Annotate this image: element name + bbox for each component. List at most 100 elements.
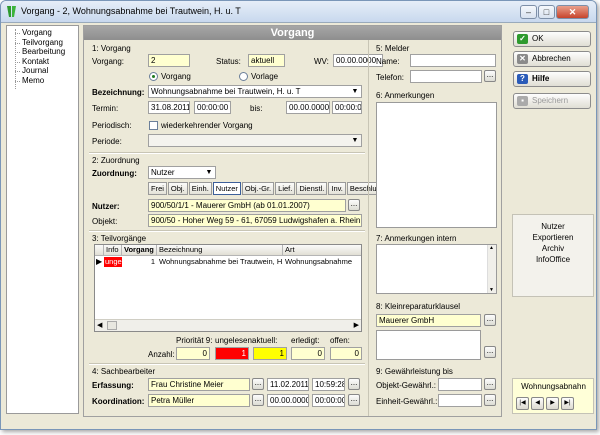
section-sachbearbeiter-title: 4: Sachbearbeiter: [92, 367, 156, 376]
link-archiv[interactable]: Archiv: [513, 243, 593, 254]
radio-vorlage[interactable]: [239, 72, 248, 81]
tab-lief[interactable]: Lief.: [275, 182, 296, 195]
tree-item-kontakt[interactable]: Kontakt: [7, 57, 78, 67]
speichern-button[interactable]: ▪ Speichern: [513, 93, 591, 109]
objekt-gewaehrl-field[interactable]: [438, 378, 482, 391]
vertical-scrollbar[interactable]: ▲ ▼: [487, 245, 496, 293]
column-header-info[interactable]: Info: [104, 245, 122, 256]
arrow-up-icon[interactable]: ▲: [489, 245, 494, 251]
telefon-browse-button[interactable]: ...: [484, 70, 496, 82]
arrow-right-icon[interactable]: ▶: [354, 321, 359, 329]
status-field[interactable]: aktuell: [248, 54, 285, 67]
tab-einh[interactable]: Einh.: [188, 182, 212, 195]
koordination-time-button[interactable]: ...: [348, 394, 360, 406]
count-aktuell: 1: [253, 347, 287, 360]
periode-combobox[interactable]: ▼: [148, 134, 362, 147]
column-header-art[interactable]: Art: [283, 245, 361, 256]
horizontal-scrollbar[interactable]: ◀ ▶: [95, 319, 361, 331]
objekt-field[interactable]: 900/50 - Hoher Weg 59 - 61, 67059 Ludwig…: [148, 214, 362, 227]
tree-item-journal[interactable]: Journal: [7, 66, 78, 76]
kleinreparatur-field[interactable]: Mauerer GmbH: [376, 314, 481, 327]
objekt-gewaehrl-button[interactable]: ...: [484, 378, 496, 390]
zuordnung-tabs: Frei Obj. Einh. Nutzer Obj.-Gr. Lief. Di…: [148, 182, 388, 195]
tab-dienstl[interactable]: Dienstl.: [296, 182, 328, 195]
abbrechen-label: Abbrechen: [532, 54, 571, 63]
tab-frei[interactable]: Frei: [148, 182, 167, 195]
ok-button[interactable]: ✓ OK: [513, 31, 591, 47]
anmerkungen-textarea[interactable]: [376, 102, 497, 228]
kleinreparatur-browse-button[interactable]: ...: [484, 314, 496, 326]
chevron-down-icon: ▼: [351, 88, 359, 95]
vorgang-number-field[interactable]: 2: [148, 54, 190, 67]
tab-inv[interactable]: Inv.: [328, 182, 346, 195]
radio-vorgang[interactable]: [149, 72, 158, 81]
melder-telefon-label: Telefon:: [376, 73, 405, 82]
tree-item-teilvorgang[interactable]: Teilvorgang: [7, 38, 78, 48]
erfassung-time-field[interactable]: 10:59:28: [312, 378, 345, 391]
vorgang-label: Vorgang:: [92, 57, 125, 66]
koordination-label: Koordination:: [92, 397, 145, 406]
first-record-button[interactable]: |◀: [516, 397, 529, 410]
status-label: Status:: [216, 57, 241, 66]
erfassung-time-button[interactable]: ...: [348, 378, 360, 390]
einheit-gewaehrl-button[interactable]: ...: [484, 394, 496, 406]
arrow-left-icon[interactable]: ◀: [97, 321, 102, 329]
divider: [89, 152, 365, 154]
quick-links-panel: Nutzer Exportieren Archiv InfoOffice: [512, 214, 594, 297]
erfassung-label: Erfassung:: [92, 381, 134, 390]
tab-obj[interactable]: Obj.: [167, 182, 188, 195]
chevron-down-icon: ▼: [351, 137, 359, 144]
einheit-gewaehrl-field[interactable]: [438, 394, 482, 407]
erfassung-name-field[interactable]: Frau Christine Meier: [148, 378, 250, 391]
navigator-label: Wohnungsabnahn: [521, 382, 586, 391]
bis-time-field[interactable]: 00:00:00: [332, 101, 362, 114]
objekt-label: Objekt:: [92, 217, 118, 226]
zuordnung-label: Zuordnung:: [92, 169, 137, 178]
hilfe-label: Hilfe: [532, 74, 550, 83]
next-record-button[interactable]: ▶: [546, 397, 559, 410]
anzahl-label: Anzahl:: [148, 350, 175, 359]
last-record-button[interactable]: ▶|: [561, 397, 574, 410]
bezeichnung-value: Wohnungsabnahme bei Trautwein, H. u. T: [151, 87, 301, 96]
column-header-bezeichnung[interactable]: Bezeichnung: [157, 245, 283, 256]
melder-name-field[interactable]: [410, 54, 496, 67]
maximize-button[interactable]: □: [538, 5, 555, 19]
arrow-down-icon[interactable]: ▼: [489, 287, 494, 293]
koordination-date-field[interactable]: 00.00.0000: [267, 394, 309, 407]
termin-date-field[interactable]: 31.08.2011: [148, 101, 190, 114]
link-nutzer[interactable]: Nutzer: [513, 221, 593, 232]
tab-nutzer[interactable]: Nutzer: [212, 182, 241, 195]
termin-time-field[interactable]: 00:00:00: [194, 101, 231, 114]
tab-obj-gr[interactable]: Obj.-Gr.: [241, 182, 275, 195]
divider: [89, 230, 365, 232]
kleinreparatur-text-button[interactable]: ...: [484, 346, 496, 358]
anmerkungen-intern-textarea[interactable]: ▲ ▼: [376, 244, 497, 294]
koordination-browse-button[interactable]: ...: [252, 394, 264, 406]
melder-telefon-field[interactable]: [410, 70, 482, 83]
nutzer-field[interactable]: 900/50/1/1 - Mauerer GmbH (ab 01.01.2007…: [148, 199, 346, 212]
chevron-down-icon: ▼: [205, 169, 213, 176]
kleinreparatur-text[interactable]: [376, 330, 481, 360]
scrollbar-thumb[interactable]: [107, 321, 117, 330]
column-header-vorgang[interactable]: Vorgang: [122, 245, 157, 256]
link-exportieren[interactable]: Exportieren: [513, 232, 593, 243]
wiederkehrend-checkbox[interactable]: [149, 121, 158, 130]
abbrechen-button[interactable]: ✕ Abbrechen: [513, 51, 591, 67]
previous-record-button[interactable]: ◀: [531, 397, 544, 410]
tree-item-bearbeitung[interactable]: Bearbeitung: [7, 47, 78, 57]
minimize-button[interactable]: –: [520, 5, 537, 19]
tree-item-vorgang[interactable]: Vorgang: [7, 28, 78, 38]
bis-date-field[interactable]: 00.00.0000: [286, 101, 330, 114]
objekt-gewaehrl-label: Objekt-Gewährl.:: [376, 381, 437, 390]
bezeichnung-combobox[interactable]: Wohnungsabnahme bei Trautwein, H. u. T ▼: [148, 85, 362, 98]
link-infooffice[interactable]: InfoOffice: [513, 254, 593, 265]
erfassung-date-field[interactable]: 11.02.2011: [267, 378, 309, 391]
koordination-time-field[interactable]: 00:00:00: [312, 394, 345, 407]
hilfe-button[interactable]: ? Hilfe: [513, 71, 591, 87]
zuordnung-combobox[interactable]: Nutzer ▼: [148, 166, 216, 179]
nutzer-browse-button[interactable]: ...: [348, 199, 360, 211]
erfassung-browse-button[interactable]: ...: [252, 378, 264, 390]
tree-item-memo[interactable]: Memo: [7, 76, 78, 86]
koordination-name-field[interactable]: Petra Müller: [148, 394, 250, 407]
close-button[interactable]: ✕: [556, 5, 589, 19]
